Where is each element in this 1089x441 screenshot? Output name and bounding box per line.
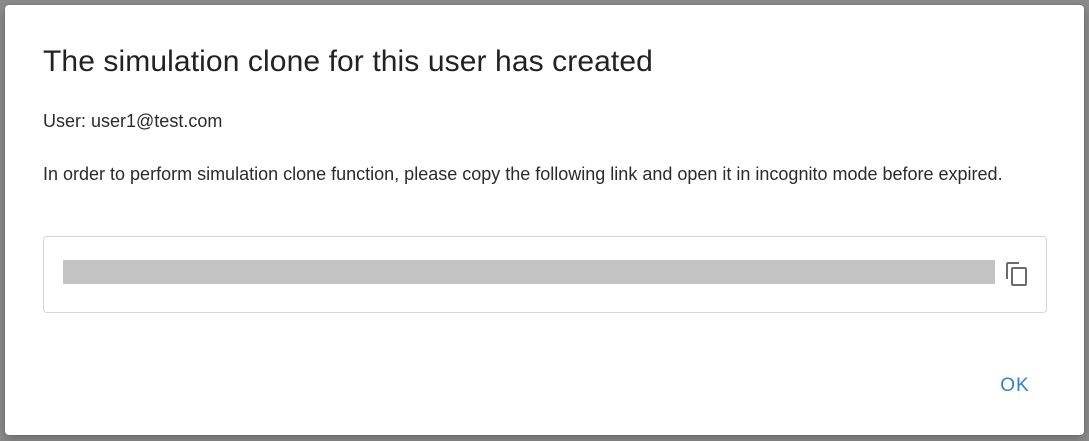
user-email-text: User: user1@test.com (43, 111, 223, 131)
ok-button[interactable]: OK (988, 368, 1042, 404)
copy-link-button[interactable] (1002, 258, 1032, 288)
instructions-text: In order to perform simulation clone fun… (43, 164, 1003, 184)
copy-icon (1006, 262, 1027, 286)
clone-link-value-redacted[interactable] (63, 260, 995, 284)
clone-link-field (43, 236, 1047, 313)
simulation-clone-dialog: The simulation clone for this user has c… (5, 5, 1084, 435)
dialog-title: The simulation clone for this user has c… (43, 45, 653, 78)
